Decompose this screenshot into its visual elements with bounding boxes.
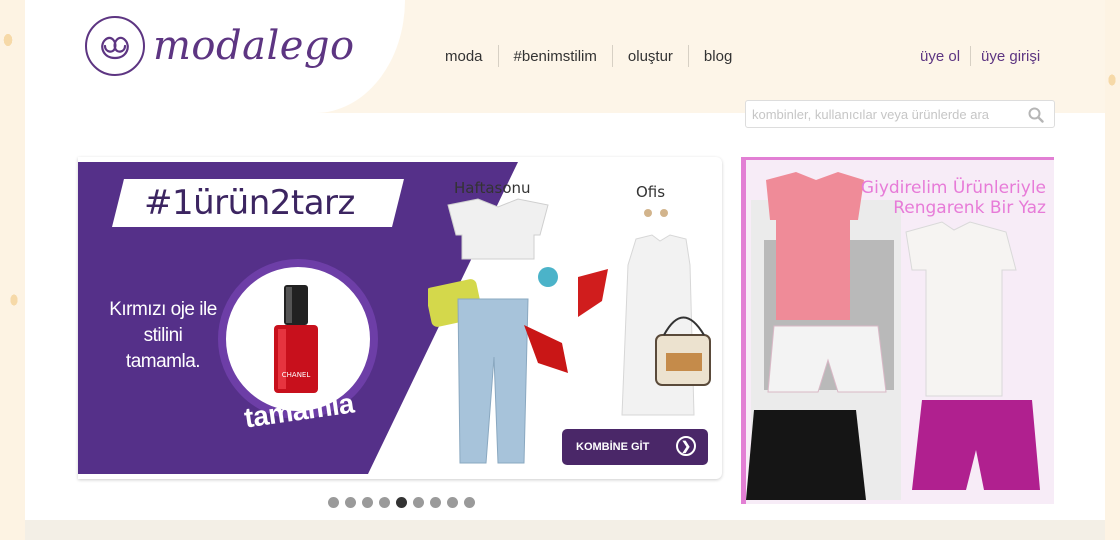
look-title-ofis: Ofis <box>636 183 666 201</box>
kombine-git-button[interactable]: KOMBİNE GİT ❯ <box>562 429 708 465</box>
side-ad-title-line2: Rengarenk Bir Yaz <box>893 198 1046 218</box>
side-advert[interactable]: Giydirelim Ürünleriyle Rengarenk Bir Yaz <box>741 157 1054 504</box>
nail-polish-image: CHANEL <box>274 285 318 393</box>
footer-strip <box>25 520 1105 540</box>
search-icon[interactable] <box>1028 107 1044 123</box>
slider-dot[interactable] <box>430 497 441 508</box>
login-link[interactable]: üye girişi <box>971 48 1050 65</box>
slider-dot-active[interactable] <box>396 497 407 508</box>
nav-item-moda[interactable]: moda <box>430 48 498 65</box>
logo-text: modalego <box>153 23 355 69</box>
ofis-outfit-image[interactable] <box>608 205 718 425</box>
kombine-git-label: KOMBİNE GİT <box>576 441 650 453</box>
nav-item-benimstilim[interactable]: #benimstilim <box>499 48 612 65</box>
slider-dot[interactable] <box>328 497 339 508</box>
slider-dot[interactable] <box>345 497 356 508</box>
product-brand: CHANEL <box>282 371 311 379</box>
nav-item-blog[interactable]: blog <box>689 48 747 65</box>
search-input[interactable] <box>746 101 1022 127</box>
side-ad-title: Giydirelim Ürünleriyle Rengarenk Bir Yaz <box>861 178 1046 218</box>
register-link[interactable]: üye ol <box>910 48 970 65</box>
auth-nav: üye ol üye girişi <box>910 46 1050 66</box>
main-nav: moda #benimstilim oluştur blog <box>430 45 747 67</box>
slider-dot[interactable] <box>379 497 390 508</box>
logo-mark-icon <box>85 16 145 76</box>
side-ad-title-line1: Giydirelim Ürünleriyle <box>860 178 1046 198</box>
featured-slider[interactable]: #1ürün2tarz Kırmızı oje ile stilini tama… <box>78 157 722 479</box>
slider-dot[interactable] <box>362 497 373 508</box>
slider-dot[interactable] <box>413 497 424 508</box>
haftasonu-outfit-image[interactable] <box>428 197 618 467</box>
arrow-right-icon: ❯ <box>676 436 696 456</box>
search-box <box>745 100 1055 128</box>
slider-dot[interactable] <box>464 497 475 508</box>
look-title-haftasonu: Haftasonu <box>454 179 531 197</box>
slider-pagination <box>328 497 475 508</box>
hashtag-title: #1ürün2tarz <box>144 183 355 223</box>
promo-text: Kırmızı oje ile stilini tamamla. <box>109 299 217 372</box>
nav-item-olustur[interactable]: oluştur <box>613 48 688 65</box>
slider-dot[interactable] <box>447 497 458 508</box>
logo[interactable]: modalego <box>85 16 355 76</box>
